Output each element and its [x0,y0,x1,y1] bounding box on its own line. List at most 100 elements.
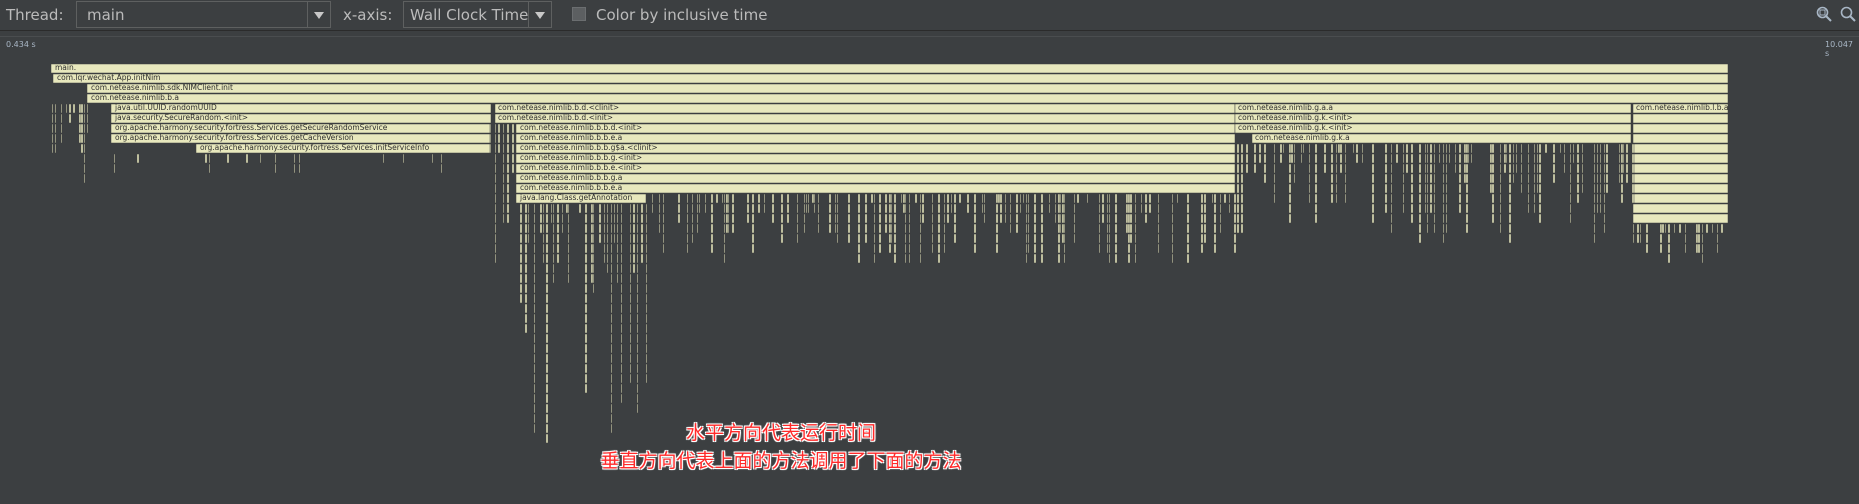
flame-frame[interactable] [1593,143,1596,154]
flame-frame[interactable] [1418,143,1422,154]
frame-main[interactable] [50,63,1729,74]
flame-frame[interactable] [1290,153,1294,164]
flame-frame[interactable] [893,223,897,234]
flame-frame[interactable] [836,203,839,214]
flame-frame[interactable] [1308,193,1311,204]
flame-frame[interactable] [511,163,515,174]
flame-frame[interactable] [1063,253,1066,264]
flame-frame[interactable] [1098,213,1101,224]
flame-frame[interactable] [1330,173,1334,184]
flame-frame[interactable] [1106,243,1109,254]
flame-frame[interactable] [1463,143,1467,154]
flame-frame[interactable] [1263,143,1267,154]
flame-frame[interactable] [1371,163,1375,174]
flame-frame[interactable] [1355,153,1359,164]
flame-frame[interactable] [1508,223,1512,234]
flame-frame[interactable] [1057,213,1061,224]
flame-frame[interactable] [1061,213,1065,224]
flame-frame[interactable] [864,193,868,204]
flame-frame[interactable] [613,223,616,234]
flame-frame[interactable] [771,203,775,214]
flame-frame[interactable] [919,203,922,214]
flame-frame[interactable] [610,423,613,434]
flame-frame[interactable] [1015,203,1019,214]
flame-frame[interactable] [1040,253,1044,264]
flame-frame[interactable] [1458,143,1462,154]
flame-frame[interactable] [1108,223,1111,234]
flame-frame[interactable] [636,283,639,294]
flame-frame[interactable] [1538,183,1542,194]
flame-frame[interactable] [1508,213,1512,224]
flame-frame[interactable] [1157,193,1160,204]
flame-frame[interactable] [864,233,868,244]
flame-frame[interactable] [1213,223,1217,234]
flame-frame[interactable] [1213,233,1217,244]
flame-frame[interactable] [502,183,505,194]
flame-frame[interactable] [1632,163,1729,174]
flame-frame[interactable] [533,283,536,294]
flame-frame[interactable] [1512,143,1515,154]
flame-frame[interactable] [836,193,839,204]
flame-frame[interactable] [1701,243,1704,254]
flame-frame[interactable] [1620,183,1624,194]
flame-frame[interactable] [1293,153,1296,164]
flame-frame[interactable] [1418,173,1422,184]
flame-frame[interactable] [1384,153,1388,164]
flame-frame[interactable] [402,153,405,164]
flame-frame[interactable] [1129,193,1133,204]
flame-frame[interactable] [723,213,726,224]
flame-frame[interactable] [1645,223,1649,234]
flame-frame[interactable] [1705,223,1709,234]
flame-frame[interactable] [533,293,536,304]
flame-frame[interactable] [506,133,510,144]
flame-frame[interactable] [1330,193,1334,204]
flame-frame[interactable] [1678,223,1682,234]
flame-frame[interactable] [1499,163,1502,174]
flame-frame[interactable] [873,223,876,234]
flame-frame[interactable] [1273,153,1276,164]
flame-frame[interactable] [1603,183,1606,194]
flame-frame[interactable] [440,153,443,164]
flame-frame[interactable] [502,123,505,134]
flame-frame[interactable] [1499,213,1502,224]
flame-frame[interactable] [1620,143,1624,154]
flame-frame[interactable] [1140,193,1143,204]
flame-frame[interactable] [937,203,941,214]
flame-frame[interactable] [1228,193,1231,204]
flame-frame[interactable] [1569,203,1572,214]
flame-frame[interactable] [556,243,560,254]
frame-app-initnim[interactable] [52,73,1729,84]
flame-frame[interactable] [1538,193,1542,204]
flame-frame[interactable] [1061,193,1065,204]
flame-frame[interactable] [1106,233,1109,244]
flame-frame[interactable] [1445,153,1448,164]
flame-frame[interactable] [1186,223,1190,234]
flame-frame[interactable] [1424,163,1427,174]
flame-frame[interactable] [1448,153,1451,164]
flame-frame[interactable] [1302,143,1305,154]
flame-frame[interactable] [54,113,57,124]
flame-frame[interactable] [1335,173,1338,184]
flame-frame[interactable] [1536,153,1539,164]
flame-frame[interactable] [1127,253,1131,264]
flame-frame[interactable] [502,203,505,214]
flame-frame[interactable] [1552,173,1556,184]
flame-frame[interactable] [1009,203,1012,214]
flame-frame[interactable] [1465,223,1469,234]
flame-frame[interactable] [786,193,790,204]
flame-frame[interactable] [1618,143,1621,154]
flame-frame[interactable] [1508,233,1512,244]
flame-frame[interactable] [51,143,54,154]
flame-frame[interactable] [636,273,639,284]
flame-frame[interactable] [1033,203,1037,214]
flame-frame[interactable] [1114,253,1118,264]
flame-frame[interactable] [1063,223,1066,234]
flame-frame[interactable] [1186,203,1190,214]
flame-frame[interactable] [1445,213,1448,224]
flame-frame[interactable] [1186,233,1190,244]
flame-frame[interactable] [763,203,766,214]
flame-frame[interactable] [629,333,632,344]
flame-frame[interactable] [1048,193,1051,204]
flame-frame[interactable] [1445,143,1448,154]
flame-frame[interactable] [636,323,639,334]
